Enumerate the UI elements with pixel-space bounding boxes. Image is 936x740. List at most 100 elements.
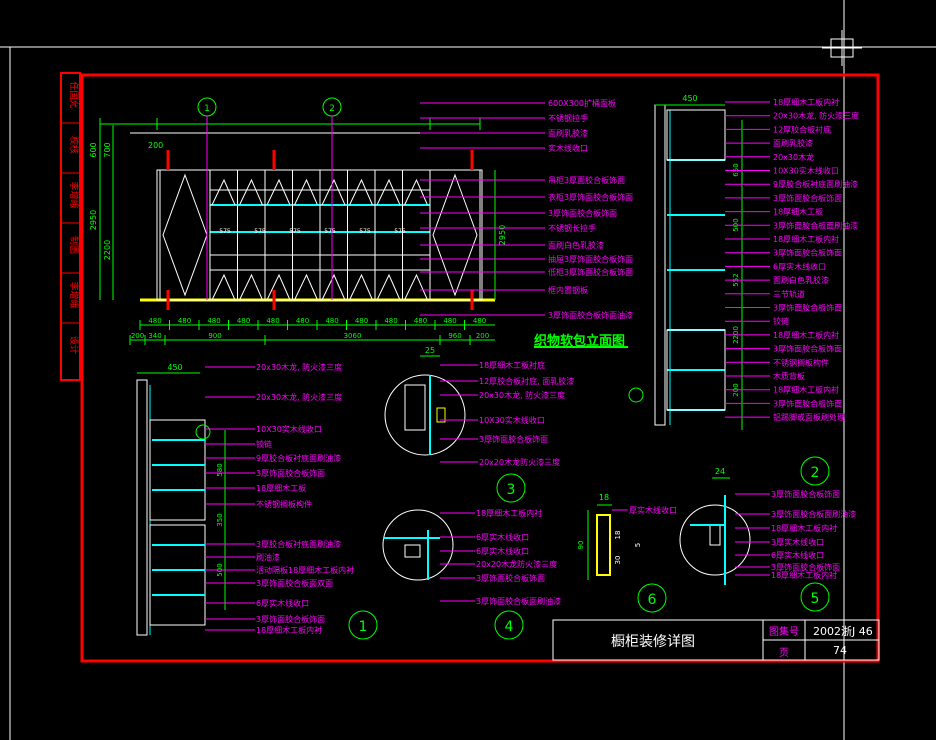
d2-callout: 20x30木龙 [773,152,814,162]
d5-block [709,524,721,546]
elevation-title: 织物软包立面图 [534,334,626,349]
d2-callout: 18厚细木工板内衬 [773,385,839,395]
door-swing [376,273,401,301]
d4-callout: 6厚实木线收口 [476,546,529,556]
d2-callout: 3厚饰面胶合板饰面 [773,303,842,313]
section-marker-2-num: 2 [329,104,335,114]
d3-callout: 3厚饰面胶合板饰面 [479,434,548,444]
door-swing [239,273,263,301]
d3-callout: 20x20木龙防火漆三度 [479,457,560,467]
d1-callout: 3厚饰面胶合板面双面 [256,578,333,588]
d2-callout: 12厚胶合板衬底 [773,124,831,134]
section-marker-1-num: 1 [204,104,210,114]
door-swing [321,178,346,206]
wardrobe-diamond [162,173,208,297]
dim-bottom1-label: 480 [443,317,456,325]
d3-block [404,384,426,431]
d4-block [404,544,421,558]
d1-lower-box [149,524,206,626]
shelf-dim-label: 575 [289,228,301,235]
d3-callout: 12厚胶合板衬底, 面乳胶漆 [479,376,574,386]
elevation-callout: 衣柜3厚饰面胶合板饰面 [548,192,633,202]
left-strip-frame [60,72,81,381]
elevation-callout: 不锈钢拉手 [548,113,588,123]
dim-bottom1-label: 480 [178,317,191,325]
atlas-label: 图集号 [769,627,799,638]
d1-callout: 20x30木龙, 防火漆三度 [256,362,342,372]
d1-callout: 刷油漆 [256,552,280,562]
d5-callout: 18厚细木工板内衬 [771,523,837,533]
elevation-callout: 框内置钢板 [548,285,588,295]
elevation-callout: 不锈钢长拉手 [548,223,596,233]
d1-callout: 不锈钢搁板构件 [256,499,312,509]
d1-callout: 9厚胶合板衬底面刷油漆 [256,453,341,463]
dim-bottom1-label: 480 [148,317,161,325]
door-swing [321,273,346,301]
drawing-title: 橱柜装修详图 [611,634,695,650]
d4-callout: 3厚饰面胶合板面刷油漆 [476,596,561,606]
d2-callout: 9厚胶合板衬底面刷油漆 [773,179,858,189]
d5-top-dim-label: 24 [715,467,725,476]
dim-bottom1-label: 480 [414,317,427,325]
strip-label: 制图 [68,236,80,254]
d4-callout: 3厚饰面胶合板饰面 [476,573,545,583]
door-swing [404,273,428,301]
dim-left-label: 2200 [103,240,112,260]
d1-side-dim-label: 580 [216,463,224,476]
strip-label: 任国允 [68,81,80,108]
d6-side-dim-label: 90 [577,541,585,550]
dim-left-label: 600 [89,142,98,157]
shelf-dim-label: 575 [359,228,371,235]
d1-callout: 18厚细木工板内衬 [256,625,322,635]
d2-callout: 3厚饰面胶合板饰面 [773,193,842,203]
d4-callout: 20x20木龙防火漆三度 [476,559,557,569]
detail-4-number: 4 [505,619,514,635]
d6-top-dim-label: 18 [599,493,609,502]
d2-callout: 面刷乳胶漆 [773,138,813,148]
dim-bottom1-label: 480 [237,317,250,325]
d2-callout: 3厚饰面胶合板饰面 [773,398,842,408]
strip-label: 李增峨 [68,281,80,308]
d5-callout: 6厚实木线收口 [771,550,824,560]
elevation-callout: 3厚饰面胶合板饰面油漆 [548,310,633,320]
door-swing [266,178,291,206]
wardrobe-diamond [432,173,478,297]
detail-5-number: 5 [811,591,820,607]
door-swing [376,178,401,206]
d1-callout: 铰链 [256,439,272,449]
detail-5-circle [679,504,751,576]
door-swing [349,178,373,206]
d4-callout: 6厚实木线收口 [476,532,529,542]
d3-callout: 10X30实木线收口 [479,415,545,425]
elevation-group: 1 229502200700600 2002950480 480 480 480 480 48… [89,98,633,348]
d1-callout: 3厚饰面胶合板饰面 [256,468,325,478]
strip-label: 设计 [68,336,80,354]
elevation-callout: 吊柜3厚面胶合板饰面 [548,175,625,185]
page-label: 页 [779,648,789,659]
d2-callout: 面刷白色乳胶漆 [773,275,829,285]
d5-callout: 3厚实木线收口 [771,537,824,547]
d6-profile [596,514,611,576]
d3-callout: 18厚细木工板衬底 [479,360,545,370]
d5-callout: 18厚细木工板内衬 [771,570,837,580]
door-swing [404,178,428,206]
dim-bottom1-label: 480 [266,317,279,325]
d1-side-dim-label: 350 [216,513,224,526]
door-swing [211,178,236,206]
detail-3-number: 3 [507,482,516,498]
d1-top-dim-label: 450 [167,363,182,372]
drawing-canvas[interactable]: { "title_block": { "drawing_title": "橱柜装… [0,0,936,740]
d2-callout: 木质背板 [773,371,805,381]
d3-top-dim-label: 25 [425,346,435,355]
dim-bottom2-label: 200 [131,332,144,340]
door-swing [266,273,291,301]
d2-wall [654,104,666,426]
d2-top-dim-label: 450 [682,94,697,103]
title-block: 橱柜装修详图 图集号 2002浙J 46 页 74 [553,620,879,660]
strip-label: 李增峨 [68,181,80,208]
d2-callout: 三节轨道 [773,289,805,299]
d2-callout: 20x30木龙, 防火漆三度 [773,111,859,121]
elevation-callout: 抽屉3厚饰面胶合板饰面 [548,254,633,264]
elevation-callout: 600X300扩桶面板 [548,98,616,108]
d5-callout: 3厚饰面胶合板饰面 [771,489,840,499]
